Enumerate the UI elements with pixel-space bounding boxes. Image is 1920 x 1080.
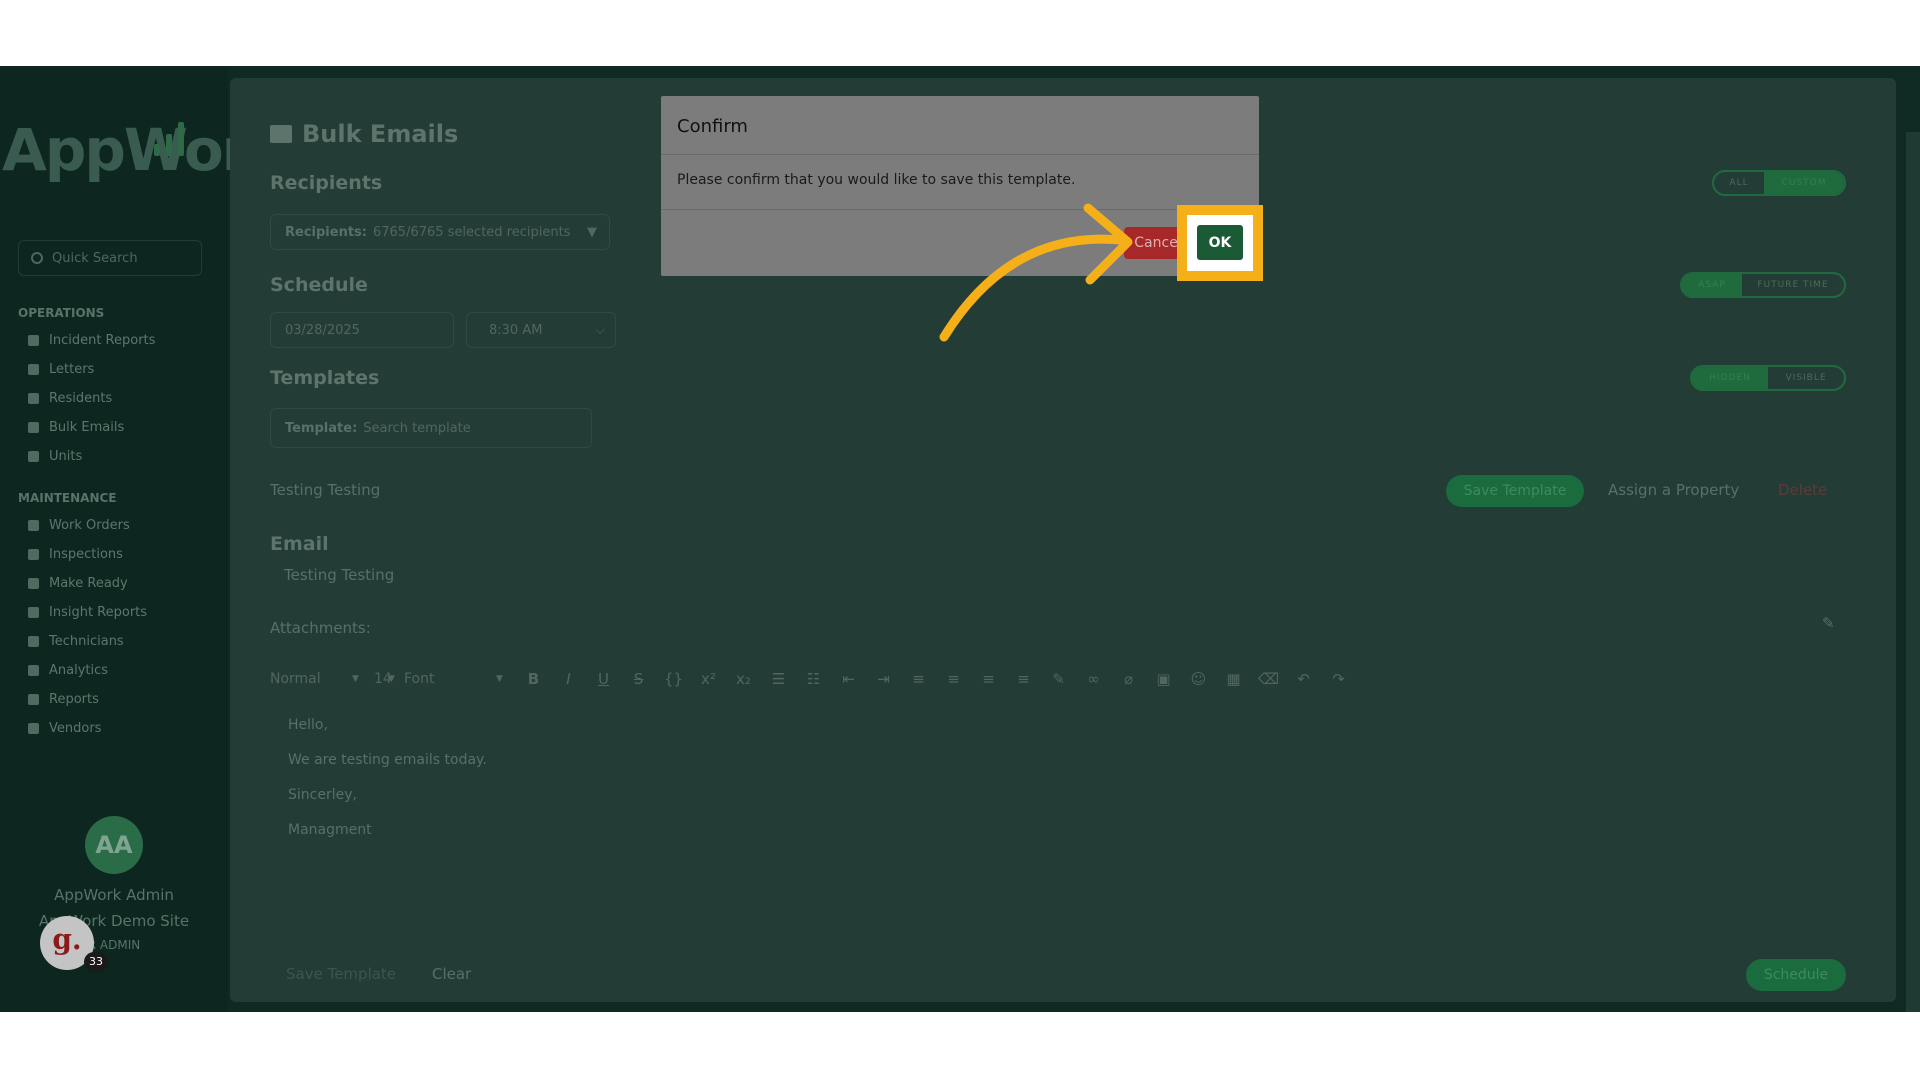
ok-button[interactable]: OK xyxy=(1197,225,1243,260)
tutorial-arrow-icon xyxy=(939,203,1133,342)
